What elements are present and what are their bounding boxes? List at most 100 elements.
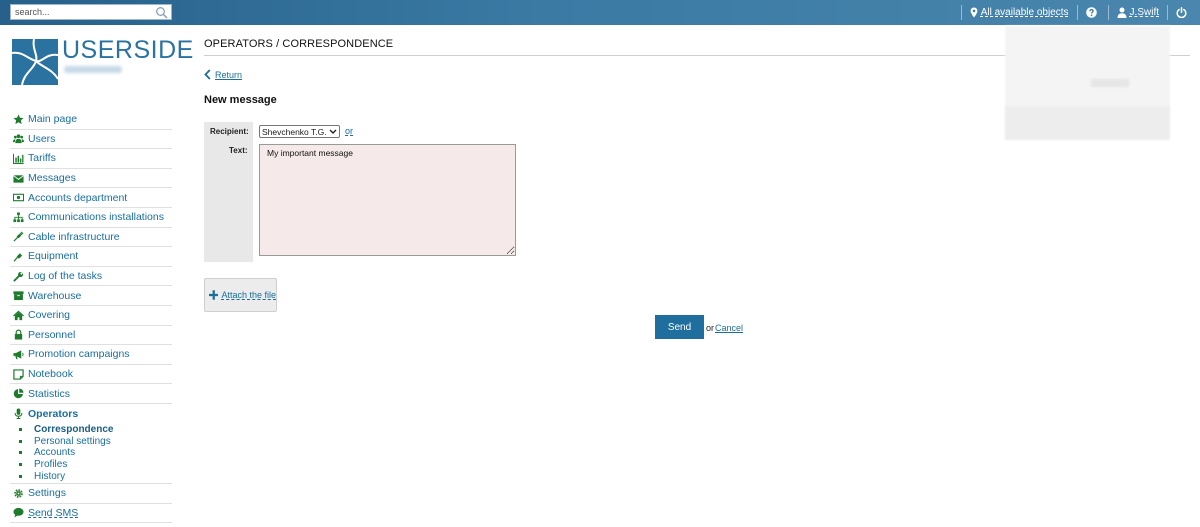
bullet bbox=[19, 439, 22, 443]
top-bar: All available objects J.Swift bbox=[0, 0, 1200, 25]
sidebar-item-label: Statistics bbox=[28, 387, 71, 400]
recipient-or-link[interactable]: or bbox=[345, 126, 353, 136]
page-title: OPERATORS / CORRESPONDENCE bbox=[204, 38, 394, 50]
submenu-item-profiles[interactable]: Profiles bbox=[16, 459, 172, 471]
gear-icon bbox=[14, 488, 23, 498]
sidebar-item-covering[interactable]: Covering bbox=[10, 306, 172, 326]
megaphone-icon bbox=[13, 350, 24, 360]
sidebar-item-label: Main page bbox=[28, 113, 78, 126]
sidebar-item-accounts-department[interactable]: Accounts department bbox=[10, 188, 172, 208]
wrench-icon bbox=[13, 271, 24, 282]
star-icon bbox=[13, 114, 24, 124]
plug-wire-icon bbox=[13, 253, 23, 262]
sidebar-item-label: Personnel bbox=[28, 328, 76, 341]
sidebar-item-label: Accounts department bbox=[28, 191, 128, 204]
submenu-item-accounts[interactable]: Accounts bbox=[16, 447, 172, 459]
submenu-item-label: Personal settings bbox=[34, 435, 111, 447]
sidebar-item-communications-installations[interactable]: Communications installations bbox=[10, 208, 172, 228]
sidebar-item-send-sms[interactable]: Send SMS bbox=[10, 504, 172, 524]
search-input[interactable] bbox=[11, 5, 151, 19]
sidebar-item-messages[interactable]: Messages bbox=[10, 169, 172, 189]
submenu-item-label: Accounts bbox=[34, 447, 76, 459]
bar-chart-icon bbox=[13, 153, 24, 164]
sidebar-item-label: Settings bbox=[28, 487, 66, 500]
objects-filter[interactable]: All available objects bbox=[962, 0, 1077, 25]
bullet bbox=[19, 427, 22, 431]
logo-subtitle-blur bbox=[64, 66, 122, 73]
sidebar-item-statistics[interactable]: Statistics bbox=[10, 384, 172, 404]
cancel-link[interactable]: Cancel bbox=[715, 323, 743, 333]
box-icon bbox=[13, 291, 24, 301]
microphone-icon bbox=[14, 408, 23, 420]
blurred-panel bbox=[1005, 26, 1170, 140]
submenu-item-history[interactable]: History bbox=[16, 470, 172, 482]
send-button[interactable]: Send bbox=[655, 315, 704, 339]
sidebar-item-label: Warehouse bbox=[28, 289, 82, 302]
sidebar-item-label: Promotion campaigns bbox=[28, 348, 130, 361]
logo-graphic bbox=[12, 39, 58, 85]
sidebar-item-promotion-campaigns[interactable]: Promotion campaigns bbox=[10, 345, 172, 365]
bullet bbox=[19, 462, 22, 466]
section-heading: New message bbox=[204, 94, 277, 106]
submenu-item-label: History bbox=[34, 470, 66, 482]
sidebar-item-log-of-tasks[interactable]: Log of the tasks bbox=[10, 267, 172, 287]
sidebar-item-cable-infrastructure[interactable]: Cable infrastructure bbox=[10, 228, 172, 248]
lock-icon bbox=[14, 329, 23, 340]
note-icon bbox=[13, 368, 24, 380]
sidebar-item-label: Log of the tasks bbox=[28, 270, 103, 283]
power-icon bbox=[1176, 7, 1187, 18]
plus-icon bbox=[209, 290, 219, 300]
return-link-label[interactable]: Return bbox=[215, 70, 242, 80]
attach-file-label: Attach the file bbox=[221, 290, 276, 300]
sidebar-item-main-page[interactable]: Main page bbox=[10, 110, 172, 130]
top-right-toolbar: All available objects J.Swift bbox=[960, 0, 1200, 25]
home-icon bbox=[13, 310, 24, 320]
submenu-item-label: Profiles bbox=[34, 458, 68, 470]
search-icon[interactable] bbox=[155, 6, 168, 19]
blurred-element bbox=[1005, 106, 1170, 140]
sidebar-item-tariffs[interactable]: Tariffs bbox=[10, 149, 172, 169]
sidebar-item-operators[interactable]: Operators bbox=[10, 404, 172, 424]
message-text-area[interactable]: My important message bbox=[259, 144, 516, 256]
sidebar-item-notebook[interactable]: Notebook bbox=[10, 365, 172, 385]
help-button[interactable] bbox=[1078, 0, 1108, 25]
user-name[interactable]: J.Swift bbox=[1130, 7, 1159, 18]
money-icon bbox=[13, 193, 24, 202]
sidebar-item-users[interactable]: Users bbox=[10, 130, 172, 150]
chat-icon bbox=[13, 508, 24, 518]
sidebar-item-settings[interactable]: Settings bbox=[10, 484, 172, 504]
bullet bbox=[19, 474, 22, 478]
logo-text[interactable]: USERSIDE bbox=[62, 36, 194, 65]
submenu-item-personal-settings[interactable]: Personal settings bbox=[16, 435, 172, 447]
blurred-element bbox=[1091, 79, 1129, 87]
sidebar-item-label: Notebook bbox=[28, 368, 73, 381]
envelope-icon bbox=[13, 174, 24, 183]
return-link[interactable]: Return bbox=[204, 69, 242, 80]
logout-button[interactable] bbox=[1168, 0, 1200, 25]
logo-mark[interactable] bbox=[12, 39, 58, 85]
sidebar-item-label: Messages bbox=[28, 172, 76, 185]
operators-submenu: Correspondence Personal settings Account… bbox=[10, 424, 172, 484]
sidebar-item-label: Operators bbox=[28, 407, 79, 420]
recipient-select[interactable]: Shevchenko T.G. bbox=[259, 125, 340, 138]
sidebar-item-label: Tariffs bbox=[28, 152, 56, 165]
chevron-left-icon bbox=[204, 69, 211, 80]
submenu-item-correspondence[interactable]: Correspondence bbox=[16, 424, 172, 436]
sidebar-item-label: Send SMS bbox=[28, 506, 79, 519]
attach-file-button[interactable]: Attach the file bbox=[204, 278, 277, 312]
form-label-column bbox=[204, 122, 253, 262]
plug-icon bbox=[13, 231, 24, 242]
sidebar-item-equipment[interactable]: Equipment bbox=[10, 247, 172, 267]
sidebar-item-label: Communications installations bbox=[28, 211, 164, 224]
objects-filter-label[interactable]: All available objects bbox=[981, 7, 1069, 18]
sidebar-item-label: Users bbox=[28, 132, 56, 145]
recipient-label: Recipient: bbox=[210, 127, 249, 136]
question-icon bbox=[1085, 7, 1097, 18]
sidebar-item-warehouse[interactable]: Warehouse bbox=[10, 286, 172, 306]
map-marker-icon bbox=[970, 7, 978, 18]
user-menu[interactable]: J.Swift bbox=[1109, 0, 1167, 25]
bullet bbox=[19, 451, 22, 455]
sidebar-item-personnel[interactable]: Personnel bbox=[10, 326, 172, 346]
or-text: or bbox=[706, 323, 715, 333]
submenu-item-label: Correspondence bbox=[34, 423, 114, 435]
